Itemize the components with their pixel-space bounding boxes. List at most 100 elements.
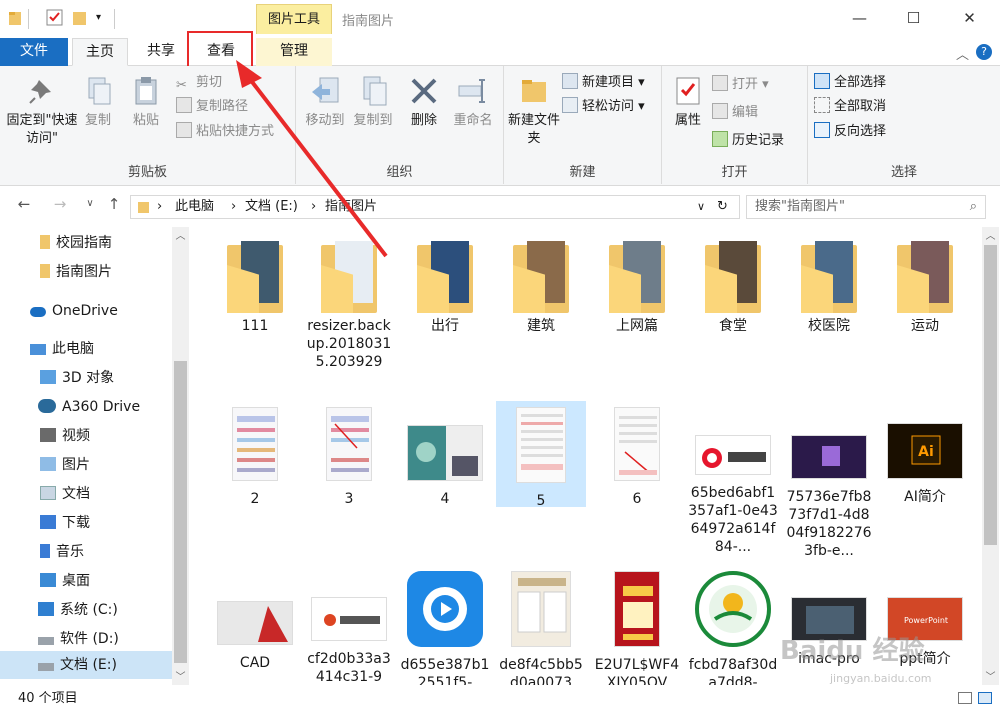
address-input[interactable]: › 此电脑 › 文档 (E:) › 指南图片 ∨ ↻: [130, 195, 740, 219]
file-list: 111 resizer.backup.20180315.203929 出行 建筑…: [190, 227, 982, 685]
weibo-thumbnail: [695, 435, 772, 476]
new-item-button[interactable]: 新建项目 ▾: [562, 72, 645, 94]
image-item[interactable]: 4: [400, 401, 490, 508]
nav-item-drive-e[interactable]: 文档 (E:): [0, 651, 172, 679]
select-none-button[interactable]: 全部取消: [814, 96, 886, 118]
copy-button[interactable]: 复制: [78, 74, 118, 130]
folder-item[interactable]: 建筑: [496, 227, 586, 335]
select-none-label: 全部取消: [834, 99, 887, 114]
delete-button[interactable]: 删除: [404, 74, 444, 130]
tab-manage[interactable]: 管理: [256, 38, 332, 66]
image-item[interactable]: cf2d0b33a3414c31-9: [304, 567, 394, 685]
paste-button[interactable]: 粘贴: [124, 74, 168, 130]
nav-scrollbar[interactable]: ︿ ﹀: [172, 227, 189, 685]
scroll-down-icon[interactable]: ﹀: [982, 668, 999, 683]
nav-item-this-pc[interactable]: 此电脑: [0, 335, 172, 363]
edit-button[interactable]: 编辑: [712, 102, 758, 124]
video-player-app-thumbnail: [407, 571, 483, 647]
nav-item-videos[interactable]: 视频: [0, 422, 172, 450]
folder-item[interactable]: 食堂: [688, 227, 778, 335]
image-item[interactable]: CAD: [210, 567, 300, 672]
copy-path-button[interactable]: 复制路径: [176, 96, 248, 118]
image-item[interactable]: Ai AI简介: [880, 401, 970, 506]
nav-item-documents[interactable]: 文档: [0, 480, 172, 508]
image-item[interactable]: E2U7L$WF4XIY05OV: [592, 567, 682, 685]
select-all-button[interactable]: 全部选择: [814, 72, 886, 94]
qa-dropdown-icon[interactable]: ▾: [96, 9, 101, 27]
image-item[interactable]: d655e387b12551f5-: [400, 567, 490, 685]
nav-item-music[interactable]: 音乐: [0, 538, 172, 566]
scroll-up-icon[interactable]: ︿: [982, 227, 999, 242]
move-to-button[interactable]: 移动到: [300, 74, 350, 130]
content-scroll-thumb[interactable]: [984, 245, 997, 545]
help-icon[interactable]: ?: [976, 44, 992, 60]
refresh-icon[interactable]: ↻: [717, 196, 728, 218]
select-group: 全部选择 全部取消 反向选择 选择: [808, 66, 1000, 184]
content-scrollbar[interactable]: ︿ ﹀: [982, 227, 999, 685]
folder-item[interactable]: 运动: [880, 227, 970, 335]
nav-item-drive-c[interactable]: 系统 (C:): [0, 596, 172, 624]
pin-quick-access-button[interactable]: 固定到"快速访问": [6, 74, 78, 148]
image-item-selected[interactable]: 5: [496, 401, 586, 509]
image-item[interactable]: 3: [304, 401, 394, 508]
collapse-ribbon-icon[interactable]: ︿: [956, 44, 969, 63]
folder-item[interactable]: 出行: [400, 227, 490, 335]
tab-home[interactable]: 主页: [72, 38, 128, 66]
nav-item-campus-guide[interactable]: 校园指南: [0, 229, 172, 257]
invert-selection-button[interactable]: 反向选择: [814, 121, 886, 143]
copy-to-button[interactable]: 复制到: [348, 74, 398, 130]
folder-icon: [705, 241, 761, 313]
item-name: 建筑: [527, 318, 555, 334]
history-button[interactable]: 历史记录: [712, 130, 784, 152]
breadcrumb-drive-e[interactable]: 文档 (E:): [245, 196, 298, 218]
rename-button[interactable]: 重命名: [446, 74, 500, 130]
minimize-button[interactable]: —: [836, 0, 883, 36]
image-item[interactable]: 6: [592, 401, 682, 508]
properties-qa-icon[interactable]: [46, 9, 64, 27]
nav-item-3d-objects[interactable]: 3D 对象: [0, 364, 172, 392]
forward-arrow-icon[interactable]: →: [50, 195, 70, 213]
breadcrumb-this-pc[interactable]: 此电脑: [175, 196, 214, 218]
back-arrow-icon[interactable]: ←: [14, 195, 34, 213]
nav-item-guide-images[interactable]: 指南图片: [0, 258, 172, 286]
nav-item-desktop[interactable]: 桌面: [0, 567, 172, 595]
open-button[interactable]: 打开 ▾: [712, 74, 769, 96]
image-item[interactable]: 2: [210, 401, 300, 508]
image-item[interactable]: 75736e7fb873f7d1-4d804f91822763fb-e...: [784, 401, 874, 560]
breadcrumb-current-folder[interactable]: 指南图片: [325, 196, 377, 218]
search-input[interactable]: 搜索"指南图片" ⌕: [746, 195, 986, 219]
nav-item-onedrive[interactable]: OneDrive: [0, 297, 172, 325]
tab-file[interactable]: 文件: [0, 38, 68, 66]
folder-item[interactable]: resizer.backup.20180315.203929: [304, 227, 394, 371]
details-view-icon[interactable]: [958, 692, 972, 704]
up-arrow-icon[interactable]: ↑: [104, 195, 124, 213]
image-item[interactable]: 65bed6abf1357af1-0e4364972a614f84-...: [688, 401, 778, 556]
large-icons-view-icon[interactable]: [978, 692, 992, 704]
nav-scroll-thumb[interactable]: [174, 361, 187, 663]
maximize-button[interactable]: ☐: [890, 0, 937, 36]
image-item[interactable]: fcbd78af30da7dd8-: [688, 567, 778, 685]
search-icon: ⌕: [969, 199, 977, 214]
scroll-up-icon[interactable]: ︿: [172, 227, 189, 242]
new-folder-button[interactable]: 新建文件夹: [508, 74, 560, 148]
nav-item-pictures[interactable]: 图片: [0, 451, 172, 479]
scroll-down-icon[interactable]: ﹀: [172, 668, 189, 683]
nav-item-a360-drive[interactable]: A360 Drive: [0, 393, 172, 421]
tab-share[interactable]: 共享: [134, 38, 188, 66]
image-thumbnail: [407, 425, 484, 482]
folder-item[interactable]: 校医院: [784, 227, 874, 335]
cut-button[interactable]: ✂ 剪切: [176, 72, 222, 94]
nav-item-downloads[interactable]: 下载: [0, 509, 172, 537]
new-folder-qa-icon[interactable]: [72, 9, 88, 27]
recent-dropdown-icon[interactable]: ∨: [80, 198, 100, 209]
easy-access-button[interactable]: 轻松访问 ▾: [562, 96, 645, 118]
folder-item[interactable]: 111: [210, 227, 300, 335]
close-button[interactable]: ✕: [946, 0, 993, 36]
pictures-icon: [40, 457, 56, 471]
nav-item-drive-d[interactable]: 软件 (D:): [0, 625, 172, 653]
properties-button[interactable]: 属性: [668, 74, 708, 130]
address-dropdown-icon[interactable]: ∨: [697, 196, 705, 218]
folder-item[interactable]: 上网篇: [592, 227, 682, 335]
paste-shortcut-button[interactable]: 粘贴快捷方式: [176, 121, 274, 143]
image-item[interactable]: de8f4c5bb5d0a0073: [496, 567, 586, 685]
